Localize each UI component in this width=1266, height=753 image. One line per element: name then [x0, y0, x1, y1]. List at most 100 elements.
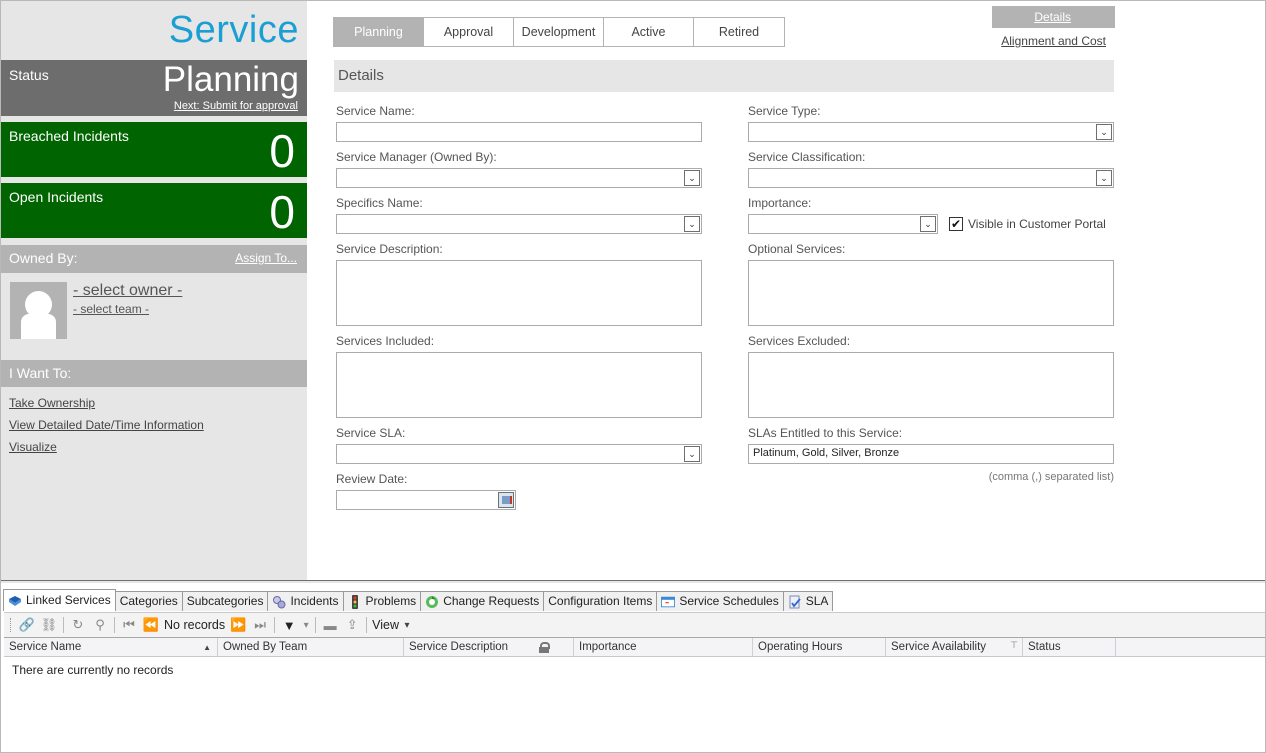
- view-date-time-link[interactable]: View Detailed Date/Time Information: [9, 418, 204, 432]
- take-ownership-link[interactable]: Take Ownership: [9, 396, 95, 410]
- next-page-icon[interactable]: ⏩: [227, 615, 249, 635]
- slas-entitled-hint: (comma (,) separated list): [988, 471, 1114, 483]
- select-team-link[interactable]: - select team -: [73, 302, 149, 316]
- column-filter-icon[interactable]: ⊤: [1010, 636, 1018, 655]
- tab-problems[interactable]: Problems: [342, 591, 422, 611]
- breached-incidents-box: Breached Incidents 0: [1, 122, 307, 177]
- slas-entitled-input[interactable]: Platinum, Gold, Silver, Bronze: [748, 444, 1114, 464]
- details-nav-link[interactable]: Details: [992, 6, 1115, 28]
- refresh-icon[interactable]: ↻: [67, 615, 89, 635]
- tab-active[interactable]: Active: [604, 18, 694, 46]
- tab-linked-services[interactable]: Linked Services: [3, 589, 116, 611]
- column-owned-by-team[interactable]: Owned By Team: [218, 638, 404, 657]
- owned-by-header: Owned By: Assign To...: [1, 245, 307, 273]
- filter-dropdown-icon[interactable]: ▾: [300, 615, 312, 635]
- export-icon[interactable]: ⇪: [341, 615, 363, 635]
- chevron-down-icon[interactable]: ⌄: [1096, 170, 1112, 186]
- chevron-down-icon[interactable]: ⌄: [684, 446, 700, 462]
- tab-change-requests[interactable]: Change Requests: [420, 591, 545, 611]
- document-check-icon: [789, 595, 801, 608]
- specifics-name-select[interactable]: ⌄: [336, 214, 702, 234]
- calendar-icon[interactable]: [498, 492, 514, 508]
- visualize-link[interactable]: Visualize: [9, 440, 57, 454]
- filter-icon[interactable]: ▼: [278, 615, 300, 635]
- column-service-description[interactable]: Service Description: [404, 638, 574, 657]
- chevron-down-icon[interactable]: ⌄: [920, 216, 936, 232]
- status-label: Status: [9, 67, 49, 83]
- related-items-panel: Linked Services Categories Subcategories…: [1, 580, 1265, 752]
- service-classification-select[interactable]: ⌄: [748, 168, 1114, 188]
- column-label: Service Name: [9, 641, 82, 653]
- service-classification-label: Service Classification:: [748, 150, 866, 164]
- column-label: Status: [1028, 641, 1061, 653]
- visible-portal-checkbox[interactable]: ✔: [949, 217, 963, 231]
- tab-configuration-items[interactable]: Configuration Items: [543, 591, 658, 611]
- services-included-textarea[interactable]: [336, 352, 702, 418]
- service-manager-label: Service Manager (Owned By):: [336, 150, 497, 164]
- previous-page-icon[interactable]: ⏪: [140, 615, 162, 635]
- last-page-icon[interactable]: ⏭: [249, 615, 271, 635]
- print-icon[interactable]: ▬: [319, 615, 341, 635]
- review-date-input[interactable]: [336, 490, 516, 510]
- chevron-down-icon[interactable]: ⌄: [1096, 124, 1112, 140]
- service-manager-select[interactable]: ⌄: [336, 168, 702, 188]
- related-tabs: Linked Services Categories Subcategories…: [3, 589, 834, 611]
- chevron-down-icon[interactable]: ⌄: [684, 170, 700, 186]
- slas-entitled-label: SLAs Entitled to this Service:: [748, 426, 903, 440]
- tab-label: Service Schedules: [679, 594, 779, 608]
- next-action-link[interactable]: Next: Submit for approval: [174, 100, 298, 112]
- tab-subcategories[interactable]: Subcategories: [181, 591, 269, 611]
- assign-to-link[interactable]: Assign To...: [235, 251, 297, 265]
- panel-splitter[interactable]: [1, 580, 1265, 583]
- column-label: Service Availability: [891, 641, 987, 653]
- tab-retired[interactable]: Retired: [694, 18, 784, 46]
- tab-categories[interactable]: Categories: [114, 591, 183, 611]
- optional-services-textarea[interactable]: [748, 260, 1114, 326]
- alignment-cost-nav-link[interactable]: Alignment and Cost: [1001, 34, 1106, 48]
- column-operating-hours[interactable]: Operating Hours: [753, 638, 886, 657]
- column-filler: [1116, 638, 1265, 657]
- toolbar-separator: [114, 617, 115, 633]
- optional-services-label: Optional Services:: [748, 242, 846, 256]
- column-service-name[interactable]: Service Name ▲: [4, 638, 218, 657]
- visible-portal-label: Visible in Customer Portal: [968, 217, 1106, 231]
- records-status: No records: [164, 618, 226, 632]
- link-icon[interactable]: 🔗: [16, 615, 38, 635]
- first-page-icon[interactable]: ⏮: [118, 615, 140, 635]
- view-dropdown-icon[interactable]: ▾: [401, 615, 413, 635]
- select-owner-link[interactable]: - select owner -: [73, 282, 182, 300]
- tab-development[interactable]: Development: [514, 18, 604, 46]
- service-type-label: Service Type:: [748, 104, 821, 118]
- service-type-select[interactable]: ⌄: [748, 122, 1114, 142]
- services-excluded-textarea[interactable]: [748, 352, 1114, 418]
- open-incidents-box: Open Incidents 0: [1, 183, 307, 238]
- view-menu-button[interactable]: View: [370, 618, 401, 632]
- tab-sla[interactable]: SLA: [782, 591, 834, 611]
- book-icon: [9, 595, 21, 606]
- tab-incidents[interactable]: Incidents: [267, 591, 344, 611]
- unlink-icon[interactable]: ⛓: [38, 615, 60, 635]
- column-importance[interactable]: Importance: [574, 638, 753, 657]
- find-icon[interactable]: ⚲: [89, 615, 111, 635]
- tab-approval[interactable]: Approval: [424, 18, 514, 46]
- column-status[interactable]: Status: [1023, 638, 1116, 657]
- service-name-input[interactable]: [336, 122, 702, 142]
- specifics-name-label: Specifics Name:: [336, 196, 423, 210]
- importance-select[interactable]: ⌄: [748, 214, 938, 234]
- tab-planning[interactable]: Planning: [334, 18, 424, 46]
- toolbar-grip[interactable]: [10, 618, 12, 632]
- avatar-body-icon: [21, 314, 56, 339]
- column-label: Operating Hours: [758, 641, 843, 653]
- column-service-availability[interactable]: Service Availability ⊤: [886, 638, 1023, 657]
- status-box: Status Planning Next: Submit for approva…: [1, 60, 307, 116]
- open-incidents-value: 0: [269, 186, 295, 238]
- tab-label: Linked Services: [26, 593, 111, 607]
- details-section-title: Details: [338, 67, 384, 84]
- service-sla-select[interactable]: ⌄: [336, 444, 702, 464]
- service-description-textarea[interactable]: [336, 260, 702, 326]
- avatar: [10, 282, 67, 339]
- tab-service-schedules[interactable]: Service Schedules: [656, 591, 784, 611]
- open-incidents-label: Open Incidents: [9, 189, 104, 205]
- calendar-window-icon: [661, 596, 676, 607]
- chevron-down-icon[interactable]: ⌄: [684, 216, 700, 232]
